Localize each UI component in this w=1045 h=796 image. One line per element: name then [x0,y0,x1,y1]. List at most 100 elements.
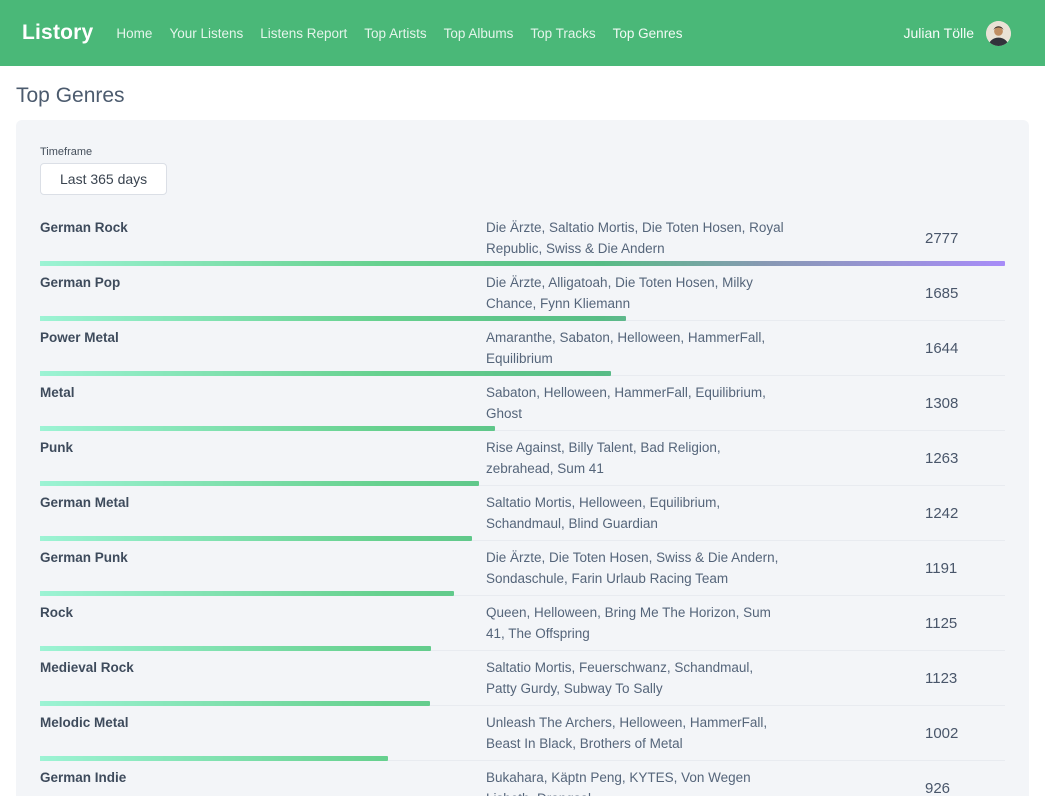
genre-count: 926 [925,780,1005,796]
timeframe-select-button[interactable]: Last 365 days [40,163,167,195]
genre-row: German Indie Bukahara, Käptn Peng, KYTES… [40,761,1005,796]
user-name[interactable]: Julian Tölle [903,25,974,41]
genre-count: 1242 [925,505,1005,522]
genre-count: 1685 [925,285,1005,302]
genre-row-main: Punk Rise Against, Billy Talent, Bad Rel… [40,431,1005,479]
genre-name: Melodic Metal [40,713,486,734]
genre-artists: Saltatio Mortis, Feuerschwanz, Schandmau… [486,658,786,699]
genre-bar-track [40,646,1005,651]
user-photo-icon [986,21,1011,46]
genre-bar-fill [40,701,430,706]
genre-bar-track [40,481,1005,486]
brand-logo[interactable]: Listory [22,21,93,45]
user-avatar[interactable] [986,21,1011,46]
genre-artists: Die Ärzte, Alligatoah, Die Toten Hosen, … [486,273,786,314]
main-content: Top Genres Timeframe Last 365 days Germa… [0,84,1045,796]
genre-bar-gradient [40,261,1005,266]
genre-count: 1308 [925,395,1005,412]
genre-bar-fill [40,261,1005,266]
genre-row: German Punk Die Ärzte, Die Toten Hosen, … [40,541,1005,596]
genre-list: German Rock Die Ärzte, Saltatio Mortis, … [40,211,1005,796]
genre-artists: Queen, Helloween, Bring Me The Horizon, … [486,603,786,644]
genre-artists: Die Ärzte, Die Toten Hosen, Swiss & Die … [486,548,786,589]
genre-row: German Metal Saltatio Mortis, Helloween,… [40,486,1005,541]
genre-row: Power Metal Amaranthe, Sabaton, Hellowee… [40,321,1005,376]
genre-bar-fill [40,646,431,651]
genre-row: Punk Rise Against, Billy Talent, Bad Rel… [40,431,1005,486]
genre-artists: Amaranthe, Sabaton, Helloween, HammerFal… [486,328,786,369]
genre-bar-gradient [40,646,431,651]
genre-row-main: German Indie Bukahara, Käptn Peng, KYTES… [40,761,1005,796]
genre-row-main: German Rock Die Ärzte, Saltatio Mortis, … [40,211,1005,259]
nav-item-top-genres[interactable]: Top Genres [613,26,683,41]
genre-bar-gradient [40,701,430,706]
genre-bar-fill [40,756,388,761]
genre-row-main: Medieval Rock Saltatio Mortis, Feuerschw… [40,651,1005,699]
genre-row: Metal Sabaton, Helloween, HammerFall, Eq… [40,376,1005,431]
genre-row: Medieval Rock Saltatio Mortis, Feuerschw… [40,651,1005,706]
genre-bar-gradient [40,536,472,541]
genre-bar-track [40,316,1005,321]
genre-count: 1191 [925,560,1005,577]
genre-row-main: German Punk Die Ärzte, Die Toten Hosen, … [40,541,1005,589]
genre-row: Rock Queen, Helloween, Bring Me The Hori… [40,596,1005,651]
genre-count: 1125 [925,615,1005,632]
genre-artists: Die Ärzte, Saltatio Mortis, Die Toten Ho… [486,218,786,259]
nav-links: Home Your Listens Listens Report Top Artist… [116,26,682,41]
genre-name: German Metal [40,493,486,514]
page-title: Top Genres [16,84,1029,108]
genre-bar-fill [40,536,472,541]
genre-count: 1263 [925,450,1005,467]
genre-artists: Unleash The Archers, Helloween, HammerFa… [486,713,786,754]
genre-bar-track [40,426,1005,431]
genre-artists: Saltatio Mortis, Helloween, Equilibrium,… [486,493,786,534]
genre-name: German Rock [40,218,486,239]
genre-bar-fill [40,426,495,431]
nav-item-your-listens[interactable]: Your Listens [169,26,243,41]
nav-user-area: Julian Tölle [903,21,1011,46]
genre-bar-track [40,701,1005,706]
genre-bar-track [40,371,1005,376]
genre-bar-gradient [40,316,626,321]
genre-count: 1644 [925,340,1005,357]
genre-row-main: Rock Queen, Helloween, Bring Me The Hori… [40,596,1005,644]
genre-row-main: Power Metal Amaranthe, Sabaton, Hellowee… [40,321,1005,369]
genre-name: German Punk [40,548,486,569]
genre-bar-track [40,261,1005,266]
genre-count: 1123 [925,670,1005,687]
genre-name: Power Metal [40,328,486,349]
nav-item-listens-report[interactable]: Listens Report [260,26,347,41]
genre-bar-fill [40,316,626,321]
genre-count: 1002 [925,725,1005,742]
genre-row-main: Metal Sabaton, Helloween, HammerFall, Eq… [40,376,1005,424]
genre-bar-track [40,536,1005,541]
timeframe-control: Timeframe Last 365 days [40,146,1005,195]
genre-bar-fill [40,591,454,596]
genre-row: German Rock Die Ärzte, Saltatio Mortis, … [40,211,1005,266]
genre-name: German Pop [40,273,486,294]
genre-row: Melodic Metal Unleash The Archers, Hello… [40,706,1005,761]
genre-bar-fill [40,371,611,376]
genre-name: German Indie [40,768,486,789]
genre-bar-fill [40,481,479,486]
genre-bar-track [40,756,1005,761]
genre-artists: Sabaton, Helloween, HammerFall, Equilibr… [486,383,786,424]
genre-bar-gradient [40,371,611,376]
nav-item-top-artists[interactable]: Top Artists [364,26,426,41]
nav-item-home[interactable]: Home [116,26,152,41]
genre-name: Punk [40,438,486,459]
genre-name: Metal [40,383,486,404]
timeframe-label: Timeframe [40,146,1005,158]
genre-bar-gradient [40,591,454,596]
genre-name: Rock [40,603,486,624]
genre-bar-gradient [40,481,479,486]
genre-artists: Bukahara, Käptn Peng, KYTES, Von Wegen L… [486,768,786,796]
genre-row-main: Melodic Metal Unleash The Archers, Hello… [40,706,1005,754]
genre-row-main: German Pop Die Ärzte, Alligatoah, Die To… [40,266,1005,314]
genre-name: Medieval Rock [40,658,486,679]
genre-bar-gradient [40,756,388,761]
nav-item-top-albums[interactable]: Top Albums [444,26,514,41]
nav-item-top-tracks[interactable]: Top Tracks [530,26,595,41]
genre-bar-track [40,591,1005,596]
navbar: Listory Home Your Listens Listens Report To… [0,0,1045,66]
